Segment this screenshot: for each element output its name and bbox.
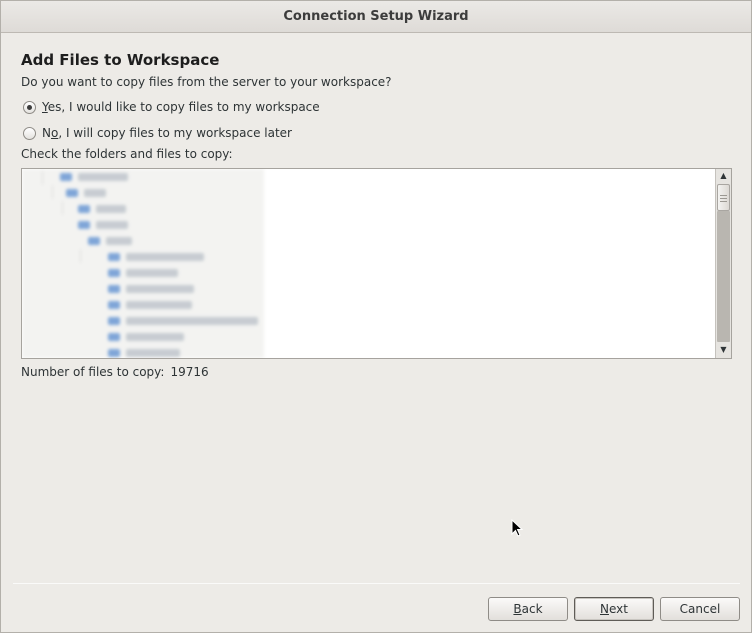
file-tree[interactable]: ▲ ▼ bbox=[21, 168, 732, 359]
button-label: ack bbox=[521, 602, 543, 616]
radio-copy-later-indicator[interactable] bbox=[23, 126, 36, 140]
button-label: ext bbox=[609, 602, 628, 616]
back-button[interactable]: Back bbox=[488, 597, 568, 621]
file-count-row: Number of files to copy: 19716 bbox=[21, 365, 209, 379]
scroll-down-arrow-icon[interactable]: ▼ bbox=[717, 343, 730, 357]
mnemonic: N bbox=[600, 602, 609, 616]
radio-copy-later[interactable]: No, I will copy files to my workspace la… bbox=[23, 124, 292, 142]
radio-copy-now[interactable]: Yes, I would like to copy files to my wo… bbox=[23, 98, 320, 116]
radio-copy-now-label[interactable]: Yes, I would like to copy files to my wo… bbox=[42, 100, 320, 114]
button-separator bbox=[13, 583, 740, 584]
radio-copy-later-label[interactable]: No, I will copy files to my workspace la… bbox=[42, 126, 292, 140]
copy-question: Do you want to copy files from the serve… bbox=[21, 75, 392, 89]
scroll-track[interactable] bbox=[717, 211, 730, 342]
label-prefix: N bbox=[42, 126, 51, 140]
radio-copy-now-indicator[interactable] bbox=[23, 100, 36, 114]
page-heading: Add Files to Workspace bbox=[21, 51, 220, 69]
tree-label: Check the folders and files to copy: bbox=[21, 147, 233, 161]
scroll-up-arrow-icon[interactable]: ▲ bbox=[717, 169, 730, 183]
mnemonic: B bbox=[513, 602, 522, 616]
cancel-button[interactable]: Cancel bbox=[660, 597, 740, 621]
label-text: , I will copy files to my workspace late… bbox=[58, 126, 292, 140]
label-text: es, I would like to copy files to my wor… bbox=[47, 100, 320, 114]
next-button[interactable]: Next bbox=[574, 597, 654, 621]
blurred-tree-content bbox=[22, 169, 264, 358]
scroll-thumb[interactable] bbox=[717, 184, 730, 211]
mouse-pointer-icon bbox=[511, 519, 523, 537]
window-titlebar[interactable]: Connection Setup Wizard bbox=[1, 1, 751, 33]
window-title: Connection Setup Wizard bbox=[283, 9, 469, 24]
file-count-value: 19716 bbox=[170, 365, 209, 379]
tree-scrollbar[interactable]: ▲ ▼ bbox=[715, 169, 731, 358]
wizard-window: Connection Setup Wizard Add Files to Wor… bbox=[0, 0, 752, 633]
file-count-label: Number of files to copy: bbox=[21, 365, 165, 379]
